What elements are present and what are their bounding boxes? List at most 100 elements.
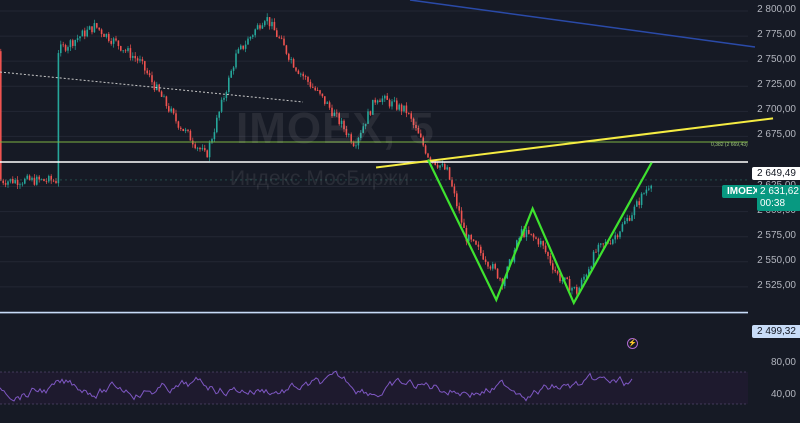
- candle-body: [208, 142, 211, 158]
- candle-body: [528, 229, 530, 234]
- candle-body: [643, 193, 645, 195]
- candle-body: [204, 148, 206, 151]
- candle-body: [14, 179, 16, 184]
- candle-body: [60, 44, 62, 54]
- candle-body: [62, 44, 64, 46]
- candle-body: [129, 48, 132, 58]
- lightning-icon[interactable]: ⚡: [627, 338, 638, 349]
- candle-body: [108, 33, 110, 41]
- candle-body: [321, 93, 324, 97]
- candle-body: [446, 167, 448, 170]
- candle-body: [612, 239, 614, 244]
- candle-body: [163, 96, 165, 98]
- candle-body: [139, 59, 141, 61]
- candle-body: [477, 244, 480, 247]
- candle-body: [576, 287, 578, 294]
- candle-body: [160, 91, 163, 97]
- downtrend-line[interactable]: [409, 0, 756, 48]
- candle-body: [544, 245, 547, 253]
- watermark-ticker: IMOEX, 5: [236, 104, 435, 153]
- candle-body: [273, 21, 276, 31]
- price-axis-label: 2 675,00: [757, 129, 796, 141]
- price-axis-label: 2 775,00: [757, 29, 796, 41]
- candle-body: [645, 189, 648, 194]
- candle-body: [266, 17, 268, 22]
- candle-body: [307, 76, 309, 82]
- candle-body: [636, 201, 638, 207]
- candle-body: [124, 50, 127, 52]
- candle-body: [170, 108, 172, 112]
- candle-body: [249, 36, 252, 39]
- candle-body: [134, 55, 136, 59]
- candle-body: [583, 276, 585, 280]
- candle-body: [316, 90, 319, 92]
- candle-body: [252, 35, 254, 37]
- candle-body: [36, 176, 38, 185]
- candle-body: [314, 87, 316, 91]
- candle-body: [194, 144, 196, 149]
- candle-body: [244, 44, 247, 49]
- candle-body: [189, 130, 192, 141]
- candle-body: [309, 81, 312, 87]
- candle-body: [499, 278, 501, 280]
- candle-body: [153, 82, 156, 90]
- candle-body: [475, 240, 477, 245]
- candle-body: [487, 261, 489, 267]
- drawings[interactable]: [0, 0, 774, 314]
- candle-body: [7, 181, 9, 185]
- candle-body: [566, 277, 568, 279]
- candle-body: [45, 181, 48, 182]
- candle-body: [441, 164, 444, 166]
- bar-countdown: 00:38: [760, 198, 786, 209]
- candle-body: [38, 176, 40, 180]
- candle-body: [148, 73, 151, 76]
- w-pattern-line[interactable]: [427, 158, 653, 306]
- chart-area[interactable]: IMOEX, 5 Индекс МосБиржи 2 800,00 2 775,0…: [0, 0, 800, 423]
- candle-body: [573, 287, 576, 288]
- candle-body: [182, 128, 184, 131]
- candle-body: [540, 240, 542, 245]
- chart-canvas[interactable]: [0, 0, 800, 423]
- candle-body: [26, 175, 28, 179]
- price-axis-label: 2 725,00: [757, 79, 796, 91]
- price-axis-label: 2 700,00: [757, 104, 796, 116]
- price-axis-label: 2 575,00: [757, 229, 796, 241]
- candle-body: [218, 111, 220, 118]
- candle-body: [184, 129, 187, 131]
- candle-body: [12, 178, 14, 184]
- candle-body: [175, 113, 177, 122]
- candle-body: [2, 180, 4, 184]
- candle-body: [120, 46, 122, 51]
- candle-body: [172, 108, 175, 114]
- candle-body: [614, 235, 616, 240]
- candle-body: [532, 234, 535, 238]
- candle-body: [55, 181, 57, 184]
- candle-body: [312, 86, 314, 88]
- candle-body: [19, 184, 21, 186]
- candle-body: [79, 36, 81, 39]
- resistance-level-badge: 2 649,49: [752, 167, 800, 180]
- candle-body: [242, 45, 244, 49]
- candle-body: [568, 278, 571, 291]
- candle-body: [144, 61, 146, 71]
- candle-body: [117, 40, 120, 47]
- candle-body: [21, 183, 24, 185]
- candle-body: [597, 244, 600, 252]
- candle-body: [542, 240, 544, 246]
- candle-body: [494, 264, 496, 269]
- candle-body: [633, 206, 636, 216]
- candle-body: [602, 243, 604, 245]
- candle-body: [624, 221, 626, 225]
- candle-body: [43, 179, 45, 182]
- candle-body: [110, 40, 112, 44]
- candle-body: [165, 96, 168, 107]
- watermark-description: Индекс МосБиржи: [230, 167, 410, 190]
- candle-body: [216, 117, 218, 133]
- support-level-badge: 2 499,32: [752, 325, 800, 338]
- rsi-axis-label-80: 80,00: [770, 357, 796, 368]
- candle-body: [480, 246, 482, 254]
- candle-body: [472, 239, 475, 241]
- candle-body: [33, 177, 36, 185]
- candle-body: [127, 48, 129, 51]
- candle-body: [201, 148, 204, 150]
